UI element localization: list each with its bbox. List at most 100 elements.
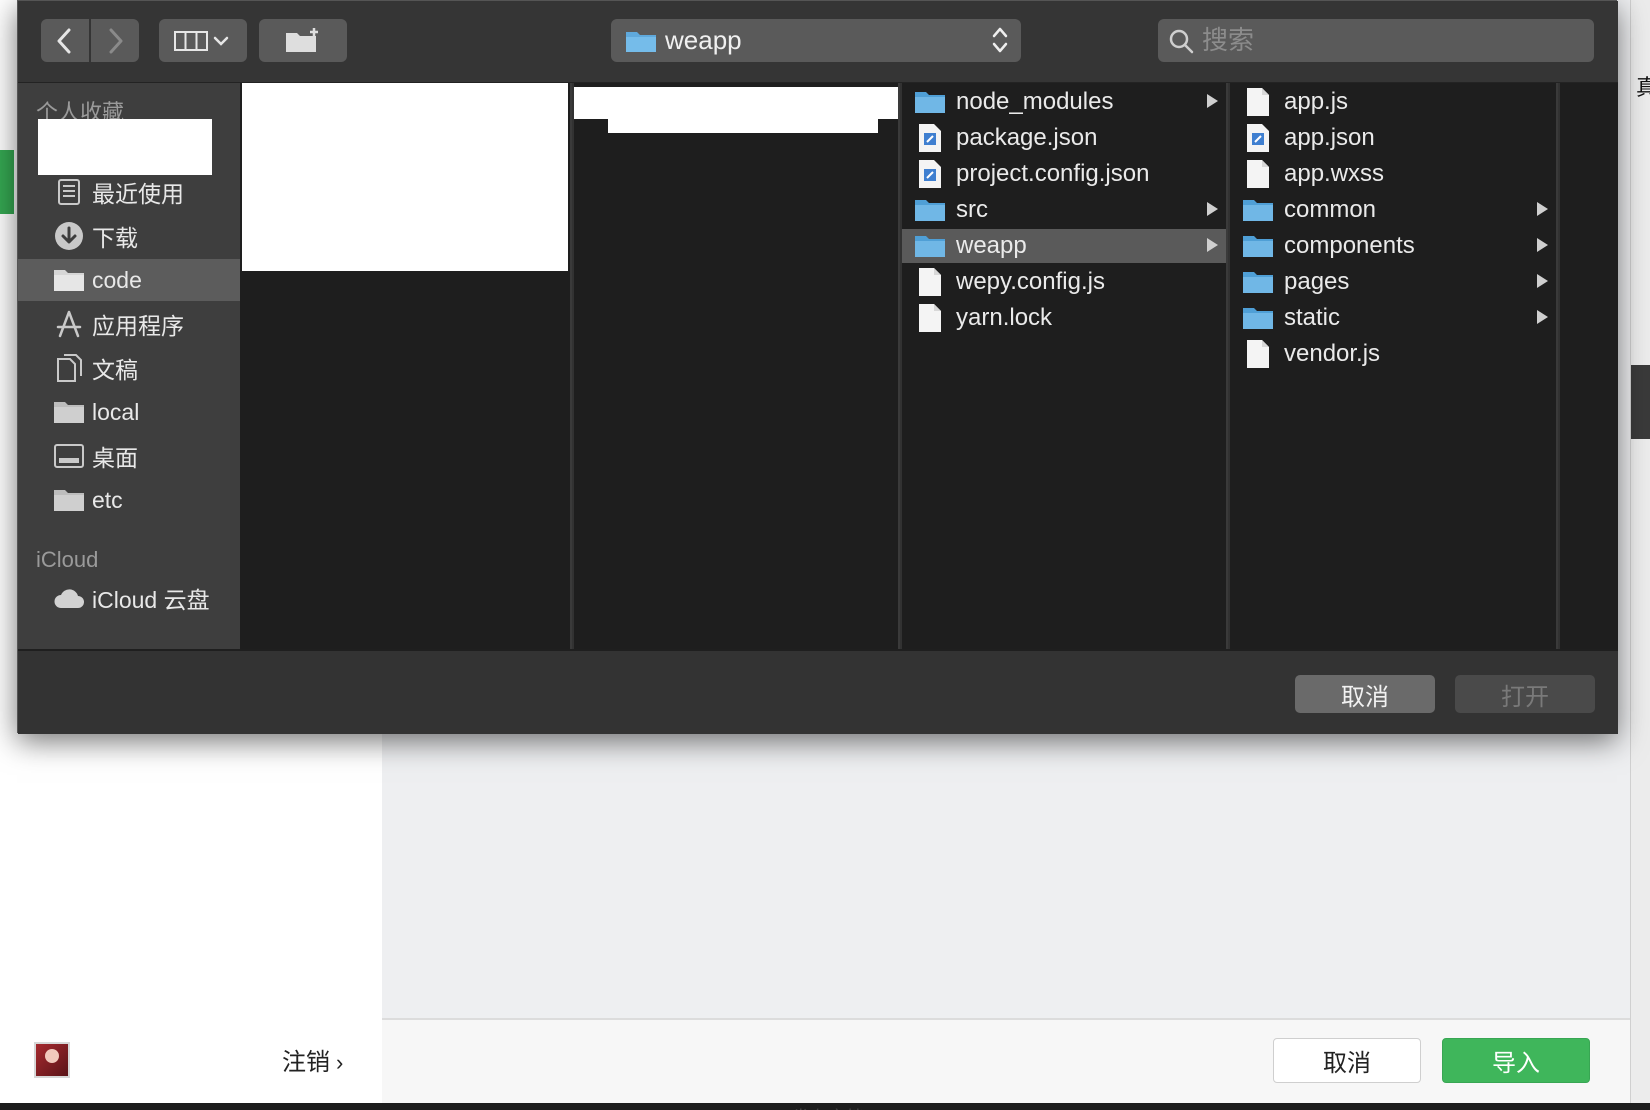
folder-icon: [914, 87, 946, 117]
folder-icon: [914, 195, 946, 225]
sidebar-item-applications[interactable]: 应用程序: [18, 303, 240, 345]
list-item-src[interactable]: src: [902, 193, 1226, 227]
list-item-app-wxss[interactable]: app.wxss: [1230, 157, 1556, 191]
disclosure-arrow-icon: [1207, 94, 1218, 108]
background-bottom-text: 发布文档: [792, 1104, 864, 1110]
list-item-node-modules[interactable]: node_modules: [902, 85, 1226, 119]
column-view-icon: [174, 30, 229, 51]
background-cancel-button[interactable]: 取消: [1273, 1038, 1421, 1083]
sidebar-item-label: 文稿: [92, 357, 138, 383]
chevron-left-icon: [57, 28, 71, 53]
list-item-app-js[interactable]: app.js: [1230, 85, 1556, 119]
browser-column-5[interactable]: [1560, 83, 1618, 649]
sidebar-item-code[interactable]: code: [18, 259, 240, 301]
disclosure-arrow-icon: [1537, 238, 1548, 252]
open-button[interactable]: 打开: [1455, 675, 1595, 713]
list-item-project-config-json[interactable]: project.config.json: [902, 157, 1226, 191]
list-item-label: common: [1284, 196, 1377, 223]
sidebar-item-label: local: [92, 398, 140, 425]
folder-icon: [1242, 267, 1274, 297]
folder-icon: [52, 485, 86, 515]
sidebar-item-etc[interactable]: etc: [18, 479, 240, 521]
list-item-label: vendor.js: [1284, 340, 1381, 367]
avatar[interactable]: [34, 1042, 70, 1078]
file-icon: [914, 303, 946, 333]
folder-icon: [52, 265, 86, 295]
list-item-components[interactable]: components: [1230, 229, 1556, 263]
disclosure-arrow-icon: [1537, 274, 1548, 288]
disclosure-arrow-icon: [1537, 202, 1548, 216]
documents-icon: [52, 353, 86, 383]
sidebar-item-downloads[interactable]: 下载: [18, 215, 240, 257]
folder-icon: [914, 231, 946, 261]
search-icon: [1169, 29, 1194, 53]
list-item-weapp[interactable]: weapp: [902, 229, 1226, 263]
sidebar-section-icloud: iCloud: [36, 547, 99, 572]
list-item-label: src: [956, 196, 988, 223]
sidebar-item-desktop[interactable]: 桌面: [18, 435, 240, 477]
dialog-sidebar: 个人收藏 最近使用 下载 code 应用程序 文稿 local 桌面 etc i…: [18, 83, 240, 649]
redacted-sidebar-item: [38, 119, 212, 175]
sidebar-item-label: 应用程序: [92, 313, 184, 339]
list-item-label: app.js: [1284, 88, 1349, 115]
disclosure-arrow-icon: [1207, 238, 1218, 252]
list-item-label: wepy.config.js: [956, 268, 1105, 295]
sidebar-item-label: 最近使用: [92, 181, 184, 207]
background-right-panel: [1630, 0, 1650, 1110]
search-field[interactable]: [1158, 19, 1594, 62]
list-item-common[interactable]: common: [1230, 193, 1556, 227]
list-item-label: package.json: [956, 124, 1098, 151]
list-item-app-json[interactable]: app.json: [1230, 121, 1556, 155]
updown-arrows-icon: [992, 27, 1008, 53]
file-icon: [914, 267, 946, 297]
forward-button[interactable]: [91, 19, 139, 62]
list-item-wepy-config-js[interactable]: wepy.config.js: [902, 265, 1226, 299]
folder-icon: [1242, 231, 1274, 261]
browser-column-4[interactable]: app.js app.json app.wxss common componen…: [1230, 83, 1558, 649]
import-button[interactable]: 导入: [1442, 1038, 1590, 1083]
list-item-label: weapp: [956, 232, 1027, 259]
cancel-button[interactable]: 取消: [1295, 675, 1435, 713]
folder-icon: [1242, 195, 1274, 225]
chevron-right-icon: ›: [336, 1050, 344, 1075]
new-folder-icon: [286, 27, 318, 52]
sidebar-item-recents[interactable]: 最近使用: [18, 171, 240, 213]
background-right-text: 真: [1636, 75, 1650, 100]
file-icon: [1242, 159, 1274, 189]
list-item-label: pages: [1284, 268, 1350, 295]
logout-link[interactable]: 注销 ›: [282, 1042, 343, 1077]
view-mode-button[interactable]: [159, 19, 247, 62]
recents-icon: [52, 177, 86, 207]
list-item-vendor-js[interactable]: vendor.js: [1230, 337, 1556, 371]
list-item-label: app.wxss: [1284, 160, 1385, 187]
list-item-label: node_modules: [956, 88, 1114, 115]
list-item-pages[interactable]: pages: [1230, 265, 1556, 299]
file-icon: [1242, 87, 1274, 117]
list-item-yarn-lock[interactable]: yarn.lock: [902, 301, 1226, 335]
folder-icon: [626, 31, 656, 52]
desktop-icon: [52, 441, 86, 471]
disclosure-arrow-icon: [1537, 310, 1548, 324]
new-folder-button[interactable]: [259, 19, 347, 62]
search-input[interactable]: [1202, 25, 1572, 56]
sidebar-item-label: 下载: [92, 225, 138, 251]
folder-icon: [52, 397, 86, 427]
browser-column-1[interactable]: [240, 83, 572, 649]
sidebar-item-documents[interactable]: 文稿: [18, 347, 240, 389]
browser-column-2[interactable]: [574, 83, 900, 649]
path-popup-menu[interactable]: weapp: [611, 19, 1021, 62]
back-button[interactable]: [41, 19, 89, 62]
chevron-right-icon: [109, 28, 123, 53]
sidebar-item-local[interactable]: local: [18, 391, 240, 433]
browser-column-3[interactable]: node_modules package.json project.config…: [902, 83, 1228, 649]
dialog-footer: 取消 打开: [18, 649, 1618, 734]
redacted-column-content: [242, 83, 568, 271]
sidebar-item-label: iCloud 云盘: [92, 587, 210, 613]
list-item-static[interactable]: static: [1230, 301, 1556, 335]
sidebar-item-icloud-drive[interactable]: iCloud 云盘: [18, 577, 240, 619]
download-icon: [52, 221, 86, 251]
list-item-package-json[interactable]: package.json: [902, 121, 1226, 155]
json-file-icon: [914, 159, 946, 189]
applications-icon: [52, 309, 86, 339]
sidebar-item-label: etc: [92, 486, 123, 513]
